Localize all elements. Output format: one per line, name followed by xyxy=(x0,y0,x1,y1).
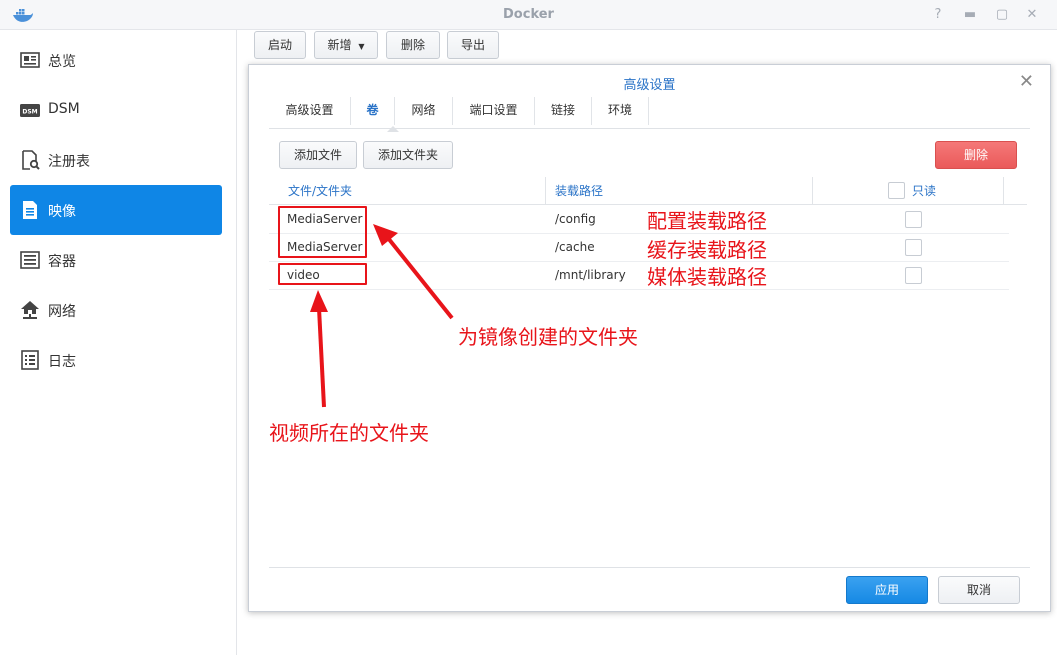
annotation-arrows xyxy=(310,224,454,408)
annotation-arrow-to-mediaserver xyxy=(373,224,454,320)
annotation-arrow-to-video xyxy=(310,290,328,408)
